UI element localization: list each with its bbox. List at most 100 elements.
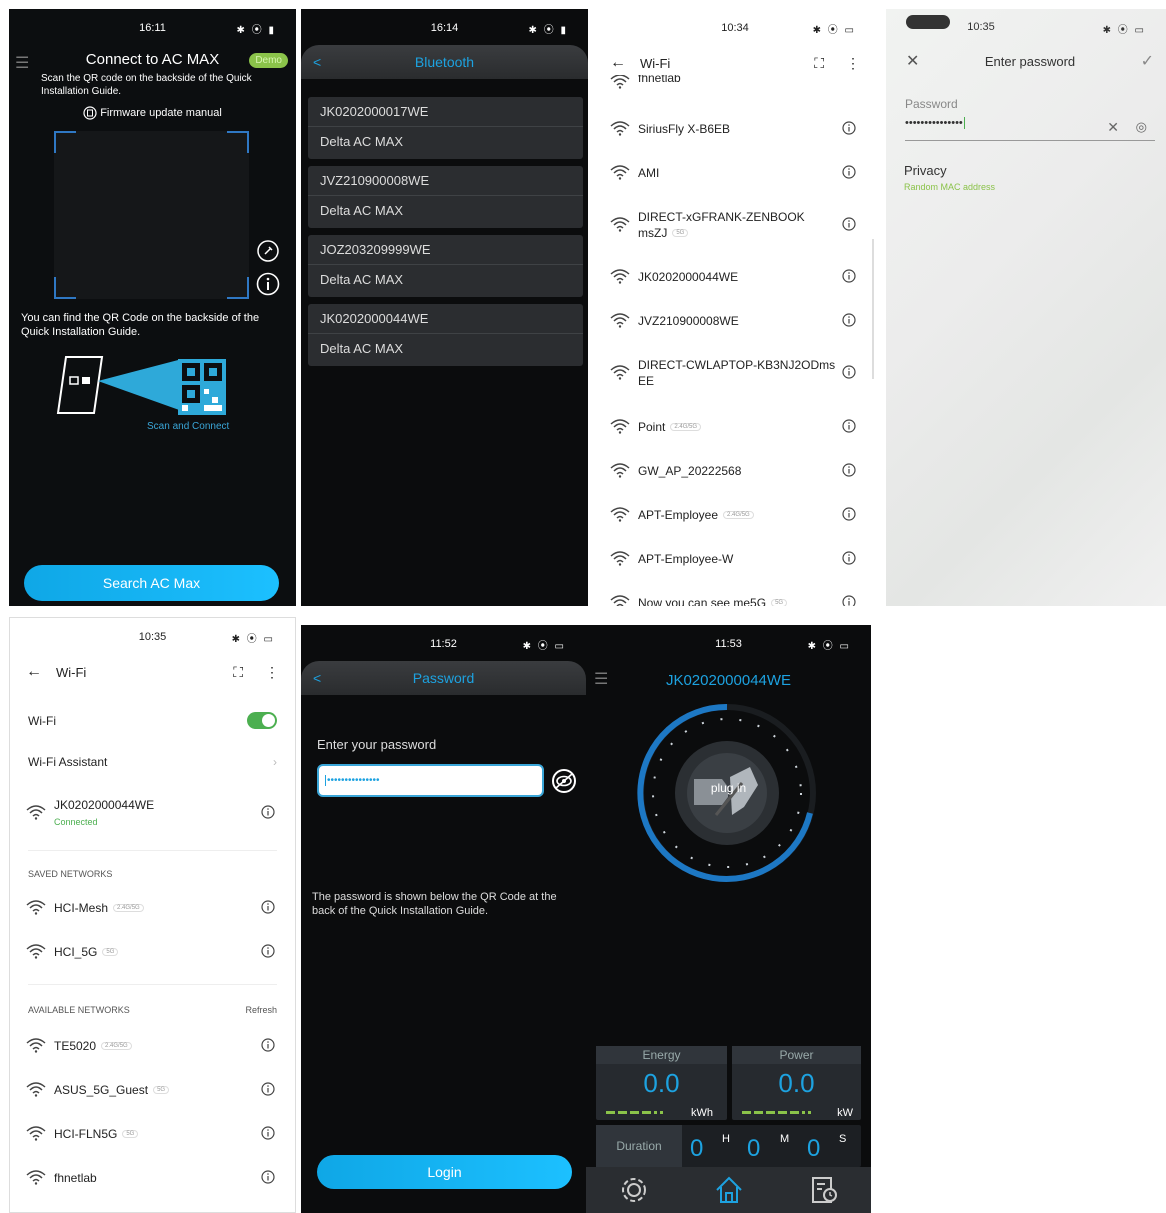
settings-gear-icon[interactable] [618,1174,650,1206]
network-entry: fhnetlab [54,1170,261,1186]
wifi-assistant-label: Wi-Fi Assistant [28,755,108,769]
network-row[interactable]: JVZ210900008WE [594,307,876,335]
demo-toggle[interactable]: Demo [249,53,288,68]
device-card[interactable]: JOZ203209999WE Delta AC MAX [308,235,583,297]
scrollbar[interactable] [872,239,874,379]
hide-password-icon[interactable]: ◎ [1136,119,1147,135]
show-password-icon[interactable] [551,769,577,793]
info-icon[interactable] [842,364,858,382]
login-button[interactable]: Login [317,1155,572,1189]
firmware-manual-link[interactable]: Firmware update manual [9,106,296,120]
network-entry: JVZ210900008WE [638,313,842,329]
info-icon[interactable] [842,550,858,568]
status-bar: 11:52 ✱ ⦿ ▭ [301,625,586,663]
network-row[interactable]: DIRECT-CWLAPTOP-KB3NJ2ODms EE [594,353,876,393]
info-icon[interactable] [842,312,858,330]
clear-icon[interactable]: ✕ [1107,119,1119,136]
close-icon[interactable]: ✕ [906,51,919,71]
network-entry: ASUS_5G_Guest 5G [54,1082,261,1099]
network-row[interactable]: HCI-Mesh 2.4G/5G [10,894,295,922]
more-options-icon[interactable]: ⋮ [265,664,279,681]
info-icon[interactable] [842,506,858,524]
info-icon[interactable] [842,120,858,138]
password-input[interactable]: ••••••••••••••• [317,764,544,797]
back-icon[interactable]: < [313,661,321,695]
network-row[interactable]: APT-Employee-W [594,545,876,573]
network-row[interactable]: Point 2.4G/5G [594,413,876,441]
info-icon[interactable] [842,164,858,182]
info-icon[interactable] [261,804,277,822]
info-icon[interactable] [261,943,277,961]
info-icon[interactable] [842,418,858,436]
info-icon[interactable] [256,272,280,296]
network-entry: DIRECT-xGFRANK-ZENBOOK msZJ 5G [638,209,842,242]
info-icon[interactable] [842,462,858,480]
back-icon[interactable]: < [313,45,321,79]
wifi-signal-icon [610,594,638,606]
home-icon[interactable] [713,1174,745,1206]
network-row[interactable]: GW_AP_20222568 [594,457,876,485]
available-networks-header: AVAILABLE NETWORKS [28,1005,130,1015]
back-arrow-icon[interactable]: ← [26,663,42,681]
wifi-signal-icon [26,1169,54,1188]
band-badge: 2.4G/5G [113,904,144,913]
wifi-assistant-row[interactable]: Wi-Fi Assistant › [28,755,277,769]
network-row[interactable]: JK0202000044WE [594,263,876,291]
privacy-mode: Random MAC address [904,182,996,192]
device-card[interactable]: JK0202000017WE Delta AC MAX [308,97,583,159]
network-row[interactable]: HCI-FLN5G 5G [10,1120,295,1148]
password-input[interactable]: ••••••••••••••• ✕ ◎ [905,117,1155,141]
device-serial: JK0202000044WE [308,304,583,334]
power-unit: kW [837,1107,853,1119]
scan-qr-icon[interactable]: ⛶ [814,55,824,72]
network-row[interactable]: HCI_5G 5G [10,938,295,966]
network-row[interactable]: TE5020 2.4G/5G [10,1032,295,1060]
network-entry: JK0202000044WE [638,269,842,285]
confirm-check-icon[interactable]: ✓ [1141,51,1154,71]
info-icon[interactable] [261,1169,277,1187]
network-row[interactable]: APT-Employee 2.4G/5G [594,501,876,529]
divider [28,850,277,851]
connected-network-row[interactable]: JK0202000044WE Connected [10,796,295,830]
info-icon[interactable] [261,1081,277,1099]
info-icon[interactable] [261,899,277,917]
network-name: DIRECT-xGFRANK-ZENBOOK msZJ [638,209,805,240]
info-icon[interactable] [842,216,858,234]
menu-icon[interactable]: ☰ [15,53,29,73]
history-log-icon[interactable] [808,1174,840,1206]
network-entry: HCI-FLN5G 5G [54,1126,261,1143]
energy-label: Energy [596,1046,727,1064]
more-options-icon[interactable]: ⋮ [846,55,860,72]
device-card[interactable]: JK0202000044WE Delta AC MAX [308,304,583,366]
refresh-button[interactable]: Refresh [245,1005,277,1015]
info-icon[interactable] [261,1037,277,1055]
wifi-signal-icon [610,164,638,183]
wifi-signal-icon [610,120,638,139]
wifi-toggle[interactable] [247,712,277,729]
password-hint: The password is shown below the QR Code … [312,891,557,917]
flashlight-icon[interactable] [257,240,279,262]
minutes-unit: M [780,1133,790,1145]
search-button[interactable]: Search AC Max [24,565,279,601]
info-icon[interactable] [842,268,858,286]
network-row[interactable]: ASUS_5G_Guest 5G [10,1076,295,1104]
back-arrow-icon[interactable]: ← [610,54,626,72]
band-badge: 5G [153,1086,170,1095]
network-row[interactable]: Now you can see me5G 5G [594,589,876,606]
info-icon[interactable] [261,1125,277,1143]
network-row[interactable]: AMI [594,159,876,187]
network-row[interactable]: DIRECT-xGFRANK-ZENBOOK msZJ 5G [594,205,876,245]
band-badge: 5G [672,229,689,238]
network-name: TE5020 [54,1038,97,1053]
network-row[interactable]: SiriusFly X-B6EB [594,115,876,143]
network-row[interactable]: fhnetlab [594,75,876,89]
info-icon[interactable] [842,594,858,606]
network-row[interactable]: fhnetlab [10,1164,295,1192]
privacy-label[interactable]: Privacy [904,163,947,178]
wifi-signal-icon [26,1125,54,1144]
network-name: HCI-Mesh [54,900,109,915]
device-card[interactable]: JVZ210900008WE Delta AC MAX [308,166,583,228]
band-badge: 2.4G/5G [723,511,754,520]
scan-qr-icon[interactable]: ⛶ [233,664,243,681]
saved-networks-header: SAVED NETWORKS [28,869,113,879]
